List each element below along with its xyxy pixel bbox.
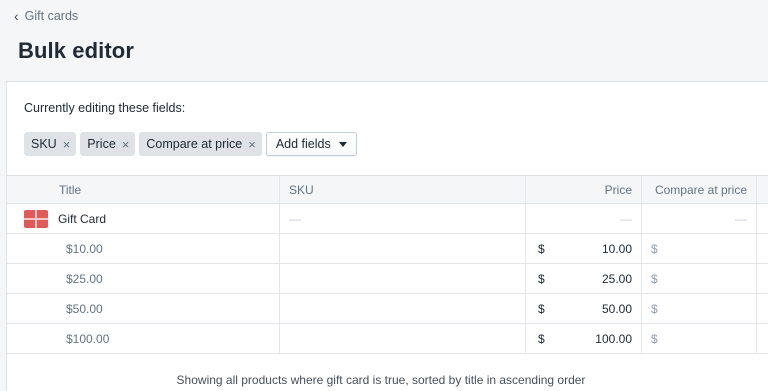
close-icon[interactable]: × — [248, 138, 256, 151]
currency-symbol: $ — [538, 301, 545, 316]
currency-symbol: $ — [538, 271, 545, 286]
variant-title: $10.00 — [7, 234, 280, 263]
editing-fields-label: Currently editing these fields: — [24, 101, 186, 115]
field-tag-label: Compare at price — [146, 137, 243, 151]
product-compare-cell: — — [642, 204, 757, 233]
currency-symbol: $ — [538, 331, 545, 346]
product-sku-cell: — — [280, 204, 526, 233]
variant-title: $25.00 — [7, 264, 280, 293]
price-value: 50.00 — [601, 301, 632, 316]
bulk-edit-table: Title SKU Price Compare at price Gift Ca… — [7, 175, 768, 354]
variant-compare-input[interactable]: $ — [642, 264, 757, 293]
chevron-left-icon: ‹ — [14, 8, 19, 24]
bulk-editor-card: Currently editing these fields: SKU × Pr… — [6, 81, 768, 391]
variant-price-input[interactable]: $ 25.00 — [526, 264, 642, 293]
add-fields-button[interactable]: Add fields — [265, 132, 357, 156]
currency-symbol: $ — [538, 241, 545, 256]
gift-card-icon — [24, 209, 48, 228]
column-header-compare-at-price: Compare at price — [642, 176, 757, 203]
price-value: 10.00 — [601, 241, 632, 256]
field-tag-price: Price × — [80, 132, 136, 156]
variant-title: $100.00 — [7, 324, 280, 353]
product-title-cell: Gift Card — [7, 204, 280, 233]
variant-sku-input[interactable] — [280, 264, 526, 293]
filter-summary-text: Showing all products where gift card is … — [176, 373, 586, 387]
variant-compare-input[interactable]: $ — [642, 234, 757, 263]
close-icon[interactable]: × — [63, 138, 71, 151]
variant-sku-input[interactable] — [280, 234, 526, 263]
field-tag-label: Price — [87, 137, 116, 151]
table-header-row: Title SKU Price Compare at price — [7, 175, 768, 204]
breadcrumb-label: Gift cards — [24, 9, 79, 23]
variant-row: $25.00 $ 25.00 $ — [7, 264, 768, 294]
field-tags: SKU × Price × Compare at price × Add fie… — [24, 132, 357, 156]
caret-down-icon — [338, 141, 347, 147]
price-value: 100.00 — [595, 331, 632, 346]
variant-price-input[interactable]: $ 10.00 — [526, 234, 642, 263]
breadcrumb[interactable]: ‹ Gift cards — [14, 9, 78, 23]
column-header-sku: SKU — [280, 176, 526, 203]
variant-price-input[interactable]: $ 50.00 — [526, 294, 642, 323]
variant-row: $50.00 $ 50.00 $ — [7, 294, 768, 324]
variant-row: $100.00 $ 100.00 $ — [7, 324, 768, 354]
product-title: Gift Card — [58, 211, 107, 226]
variant-row: $10.00 $ 10.00 $ — [7, 234, 768, 264]
price-value: 25.00 — [601, 271, 632, 286]
close-icon[interactable]: × — [122, 138, 130, 151]
column-header-price: Price — [526, 176, 642, 203]
variant-price-input[interactable]: $ 100.00 — [526, 324, 642, 353]
field-tag-sku: SKU × — [24, 132, 77, 156]
field-tag-label: SKU — [31, 137, 57, 151]
product-row: Gift Card — — — — [7, 204, 768, 234]
filter-summary: Showing all products where gift card is … — [7, 373, 768, 387]
page-title: Bulk editor — [18, 38, 134, 63]
field-tag-compare-at-price: Compare at price × — [139, 132, 262, 156]
variant-compare-input[interactable]: $ — [642, 324, 757, 353]
product-price-cell: — — [526, 204, 642, 233]
variant-title: $50.00 — [7, 294, 280, 323]
column-header-title: Title — [7, 176, 280, 203]
variant-sku-input[interactable] — [280, 294, 526, 323]
variant-compare-input[interactable]: $ — [642, 294, 757, 323]
add-fields-label: Add fields — [275, 137, 331, 151]
variant-sku-input[interactable] — [280, 324, 526, 353]
